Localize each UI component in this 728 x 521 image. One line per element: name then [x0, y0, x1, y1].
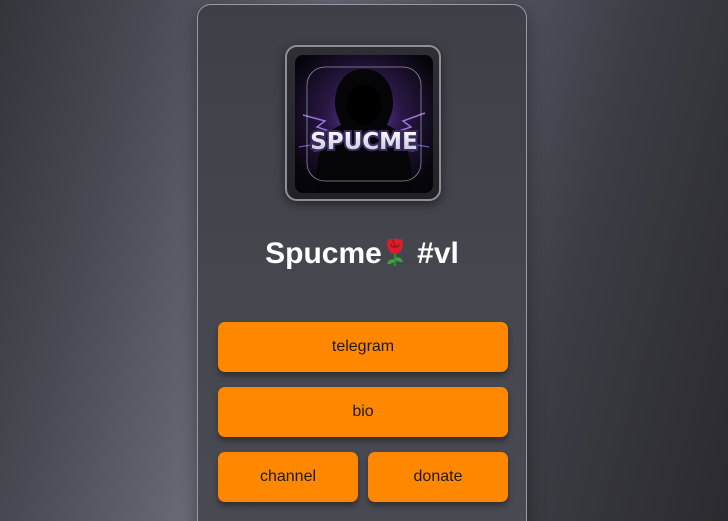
donate-button[interactable]: donate	[368, 452, 508, 502]
channel-button-label: channel	[259, 468, 317, 485]
profile-tag: #vl	[417, 237, 459, 270]
avatar: SPUCME SPUCME	[295, 55, 433, 193]
channel-button[interactable]: channel	[218, 452, 358, 502]
bio-button-label: bio	[352, 403, 374, 420]
donate-button-label: donate	[413, 468, 463, 485]
profile-title: Spucme #vl	[198, 237, 526, 271]
bio-button[interactable]: bio	[218, 387, 508, 437]
telegram-button-label: telegram	[331, 338, 395, 355]
profile-card: SPUCME SPUCME Spucme #vl telegram bio ch…	[197, 4, 527, 521]
avatar-frame: SPUCME SPUCME	[285, 45, 441, 201]
rose-icon	[386, 238, 403, 266]
telegram-button[interactable]: telegram	[218, 322, 508, 372]
avatar-logo-text: SPUCME	[310, 129, 418, 155]
profile-name: Spucme	[265, 237, 382, 270]
